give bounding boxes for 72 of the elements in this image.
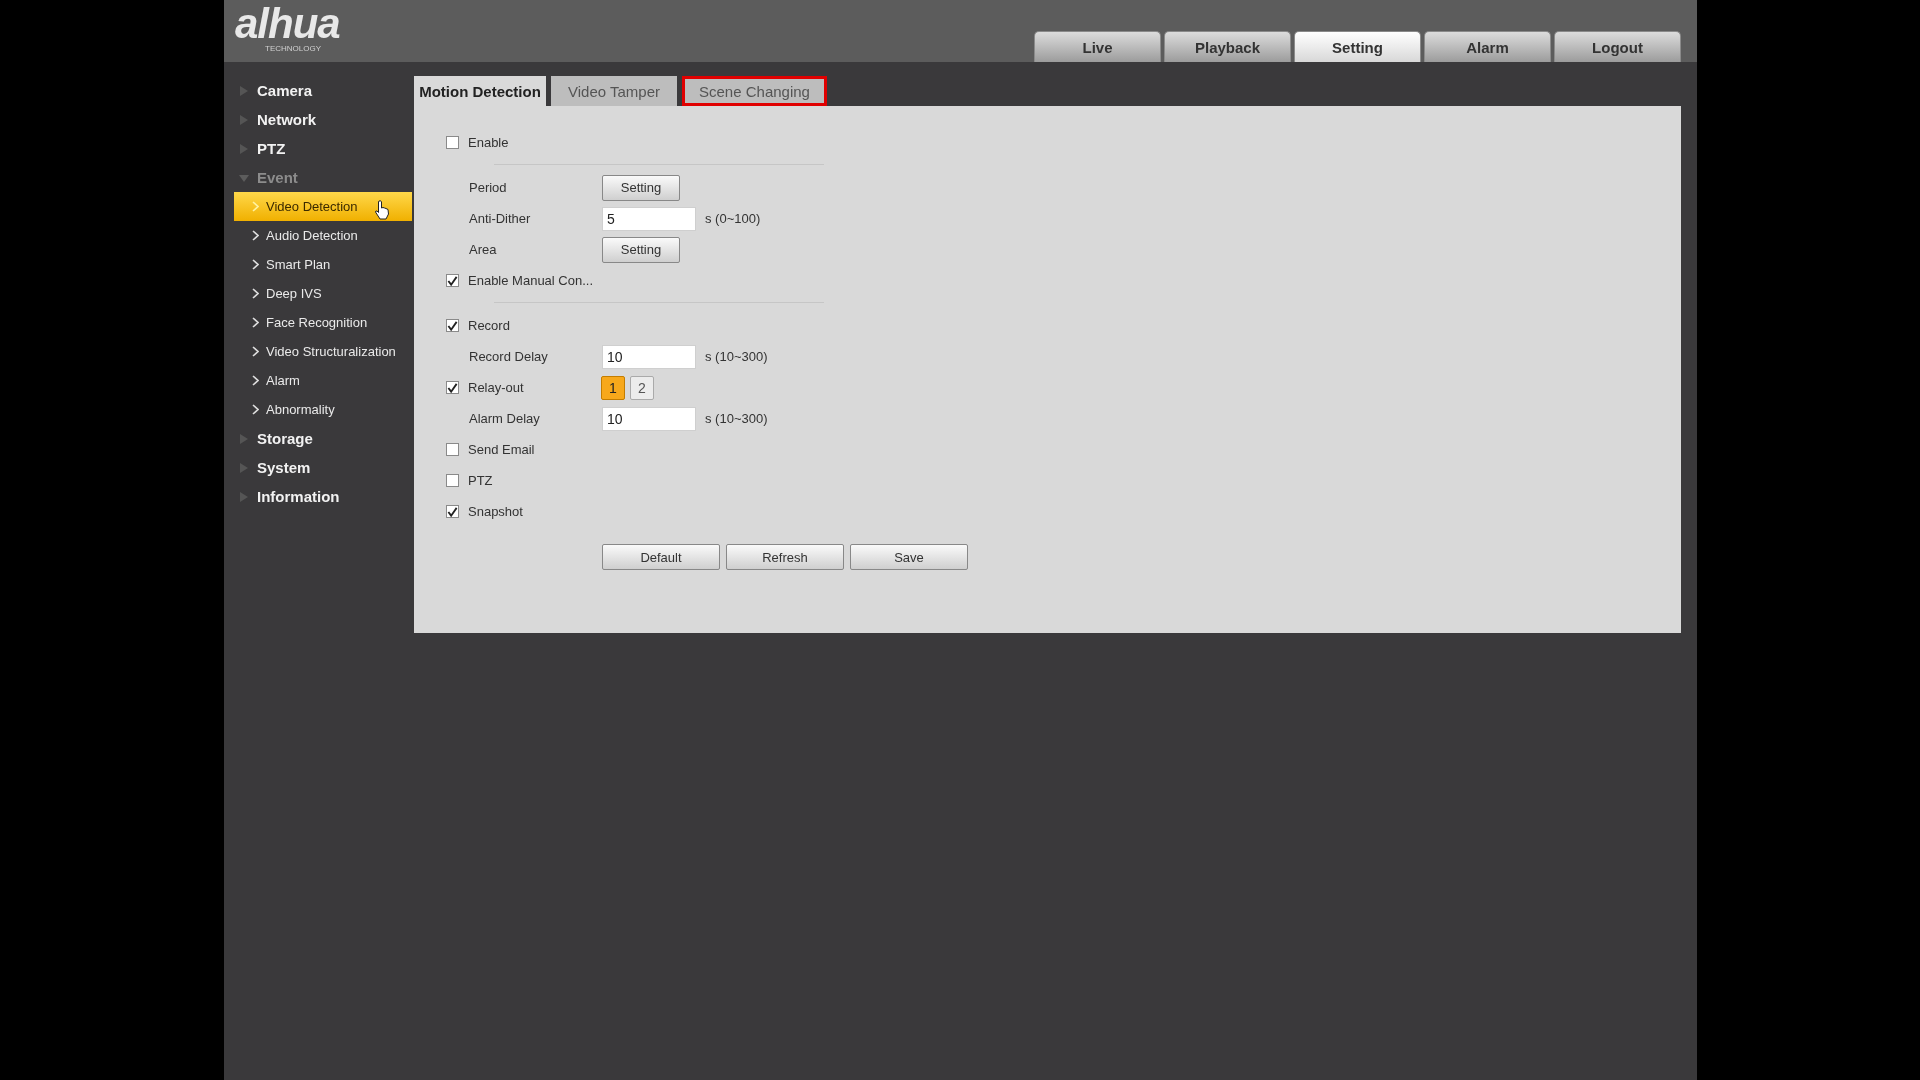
chevron-right-icon <box>252 201 259 212</box>
sidebar-item[interactable]: System <box>234 453 412 482</box>
sidebar-item[interactable]: PTZ <box>234 134 412 163</box>
field-label: Anti-Dither <box>469 211 532 226</box>
field-label: Area <box>469 242 498 257</box>
sidebar-item[interactable]: Information <box>234 482 412 511</box>
chevron-right-icon <box>252 288 259 299</box>
chevron-right-icon <box>252 259 259 270</box>
nav-tab[interactable]: Logout <box>1554 31 1681 62</box>
sidebar-subitem[interactable]: Deep IVS <box>234 279 412 308</box>
tab[interactable]: Video Tamper <box>551 76 677 106</box>
expand-triangle-icon <box>239 114 249 125</box>
checkbox[interactable] <box>446 136 459 149</box>
field-label: Enable Manual Con... <box>468 273 594 288</box>
field-label: Relay-out <box>468 380 525 395</box>
logo-tagline: TECHNOLOGY <box>265 43 321 53</box>
setting-button[interactable]: Setting <box>602 236 680 263</box>
sidebar-subitem[interactable]: Face Recognition <box>234 308 412 337</box>
checkbox[interactable] <box>446 274 459 287</box>
sidebar-subitem[interactable]: Video Detection <box>234 192 412 221</box>
sidebar-subitem[interactable]: Alarm <box>234 366 412 395</box>
chevron-right-icon <box>252 317 259 328</box>
tab[interactable]: Scene Changing <box>682 76 827 106</box>
chevron-right-icon <box>252 346 259 357</box>
expand-triangle-icon <box>239 491 249 502</box>
input-field[interactable]: 10 <box>602 406 696 431</box>
collapse-triangle-icon <box>239 172 249 183</box>
nav-tab[interactable]: Alarm <box>1424 31 1551 62</box>
relay-channel-button[interactable]: 2 <box>630 375 654 400</box>
checkbox[interactable] <box>446 474 459 487</box>
logo-text: alhua <box>235 3 340 44</box>
chevron-right-icon <box>252 230 259 241</box>
field-label: Send Email <box>468 442 535 457</box>
expand-triangle-icon <box>239 143 249 154</box>
pointer-hand-icon <box>374 200 390 220</box>
chevron-right-icon <box>252 404 259 415</box>
input-field[interactable]: 5 <box>602 206 696 231</box>
action-button[interactable]: Default <box>602 544 720 570</box>
expand-triangle-icon <box>239 85 249 96</box>
field-label: Record Delay <box>469 349 549 364</box>
unit-hint: s (10~300) <box>705 411 768 426</box>
relay-channel-button[interactable]: 1 <box>601 375 625 400</box>
field-label: Snapshot <box>468 504 523 519</box>
field-label: Record <box>468 318 510 333</box>
unit-hint: s (0~100) <box>705 211 761 226</box>
checkbox[interactable] <box>446 319 459 332</box>
field-label: Period <box>469 180 508 195</box>
sidebar-subitem[interactable]: Abnormality <box>234 395 412 424</box>
chevron-right-icon <box>252 375 259 386</box>
nav-tab[interactable]: Live <box>1034 31 1161 62</box>
setting-button[interactable]: Setting <box>602 174 680 201</box>
field-label: Enable <box>468 135 509 150</box>
sidebar-item[interactable]: Camera <box>234 76 412 105</box>
checkbox[interactable] <box>446 381 459 394</box>
checkbox[interactable] <box>446 505 459 518</box>
sidebar-subitem[interactable]: Audio Detection <box>234 221 412 250</box>
action-button[interactable]: Save <box>850 544 968 570</box>
expand-triangle-icon <box>239 433 249 444</box>
nav-tab[interactable]: Playback <box>1164 31 1291 62</box>
tab[interactable]: Motion Detection <box>414 76 546 106</box>
sidebar-subitem[interactable]: Video Structuralization <box>234 337 412 366</box>
action-button[interactable]: Refresh <box>726 544 844 570</box>
input-field[interactable]: 10 <box>602 344 696 369</box>
field-label: Alarm Delay <box>469 411 541 426</box>
expand-triangle-icon <box>239 462 249 473</box>
sidebar-item[interactable]: Storage <box>234 424 412 453</box>
unit-hint: s (10~300) <box>705 349 768 364</box>
checkbox[interactable] <box>446 443 459 456</box>
sidebar-subitem[interactable]: Smart Plan <box>234 250 412 279</box>
field-label: PTZ <box>468 473 493 488</box>
sidebar-item[interactable]: Network <box>234 105 412 134</box>
nav-tab[interactable]: Setting <box>1294 31 1421 62</box>
